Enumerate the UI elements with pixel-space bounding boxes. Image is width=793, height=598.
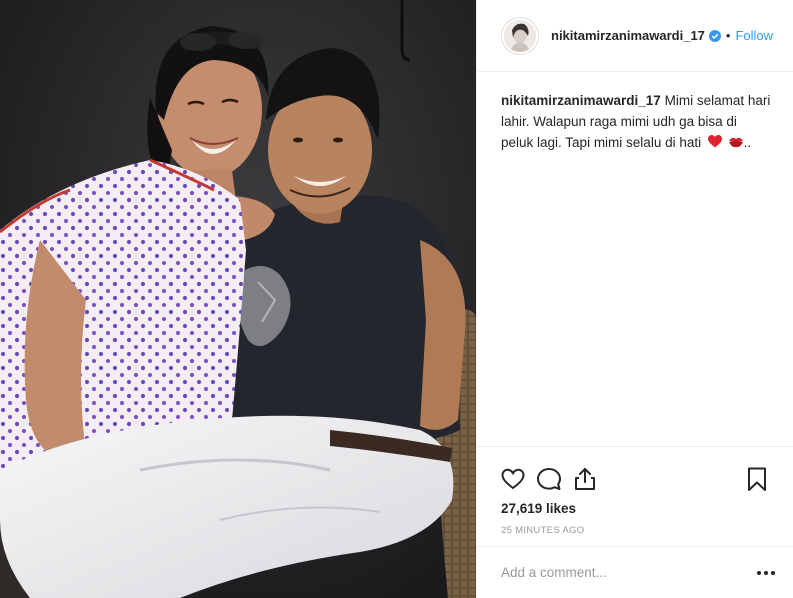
post-timestamp[interactable]: 25 MINUTES AGO <box>501 525 584 536</box>
post-photo-image <box>0 0 476 598</box>
likes-count[interactable]: 27,619 likes <box>501 501 576 516</box>
red-heart-emoji-icon <box>707 135 722 148</box>
comment-input[interactable] <box>501 565 754 580</box>
post-details-panel: nikitamirzanimawardi_17 • Follow nikitam… <box>476 0 793 598</box>
post-caption: nikitamirzanimawardi_17 Mimi selamat har… <box>501 90 771 153</box>
share-button[interactable] <box>571 465 599 493</box>
caption-trailing: .. <box>743 135 752 150</box>
post-actions: 27,619 likes 25 MINUTES AGO <box>477 446 793 546</box>
post-photo[interactable] <box>0 0 476 598</box>
header-separator: • <box>725 28 731 43</box>
save-button[interactable] <box>743 465 771 493</box>
comment-bar <box>477 546 793 598</box>
follow-button[interactable]: Follow <box>735 28 773 43</box>
share-icon <box>575 468 595 490</box>
more-options-button[interactable] <box>754 561 778 585</box>
like-button[interactable] <box>499 465 527 493</box>
verified-badge-icon <box>708 29 721 42</box>
caption-username[interactable]: nikitamirzanimawardi_17 <box>501 93 661 108</box>
comment-button[interactable] <box>535 465 563 493</box>
author-username[interactable]: nikitamirzanimawardi_17 <box>551 28 705 43</box>
avatar[interactable] <box>501 16 539 55</box>
kiss-mark-emoji-icon <box>728 137 743 148</box>
more-options-icon <box>757 570 775 575</box>
avatar-image <box>504 19 536 52</box>
comment-icon <box>537 468 561 490</box>
bookmark-icon <box>748 467 766 491</box>
heart-icon <box>501 468 525 490</box>
instagram-post: nikitamirzanimawardi_17 • Follow nikitam… <box>0 0 793 598</box>
post-header: nikitamirzanimawardi_17 • Follow <box>477 0 793 72</box>
